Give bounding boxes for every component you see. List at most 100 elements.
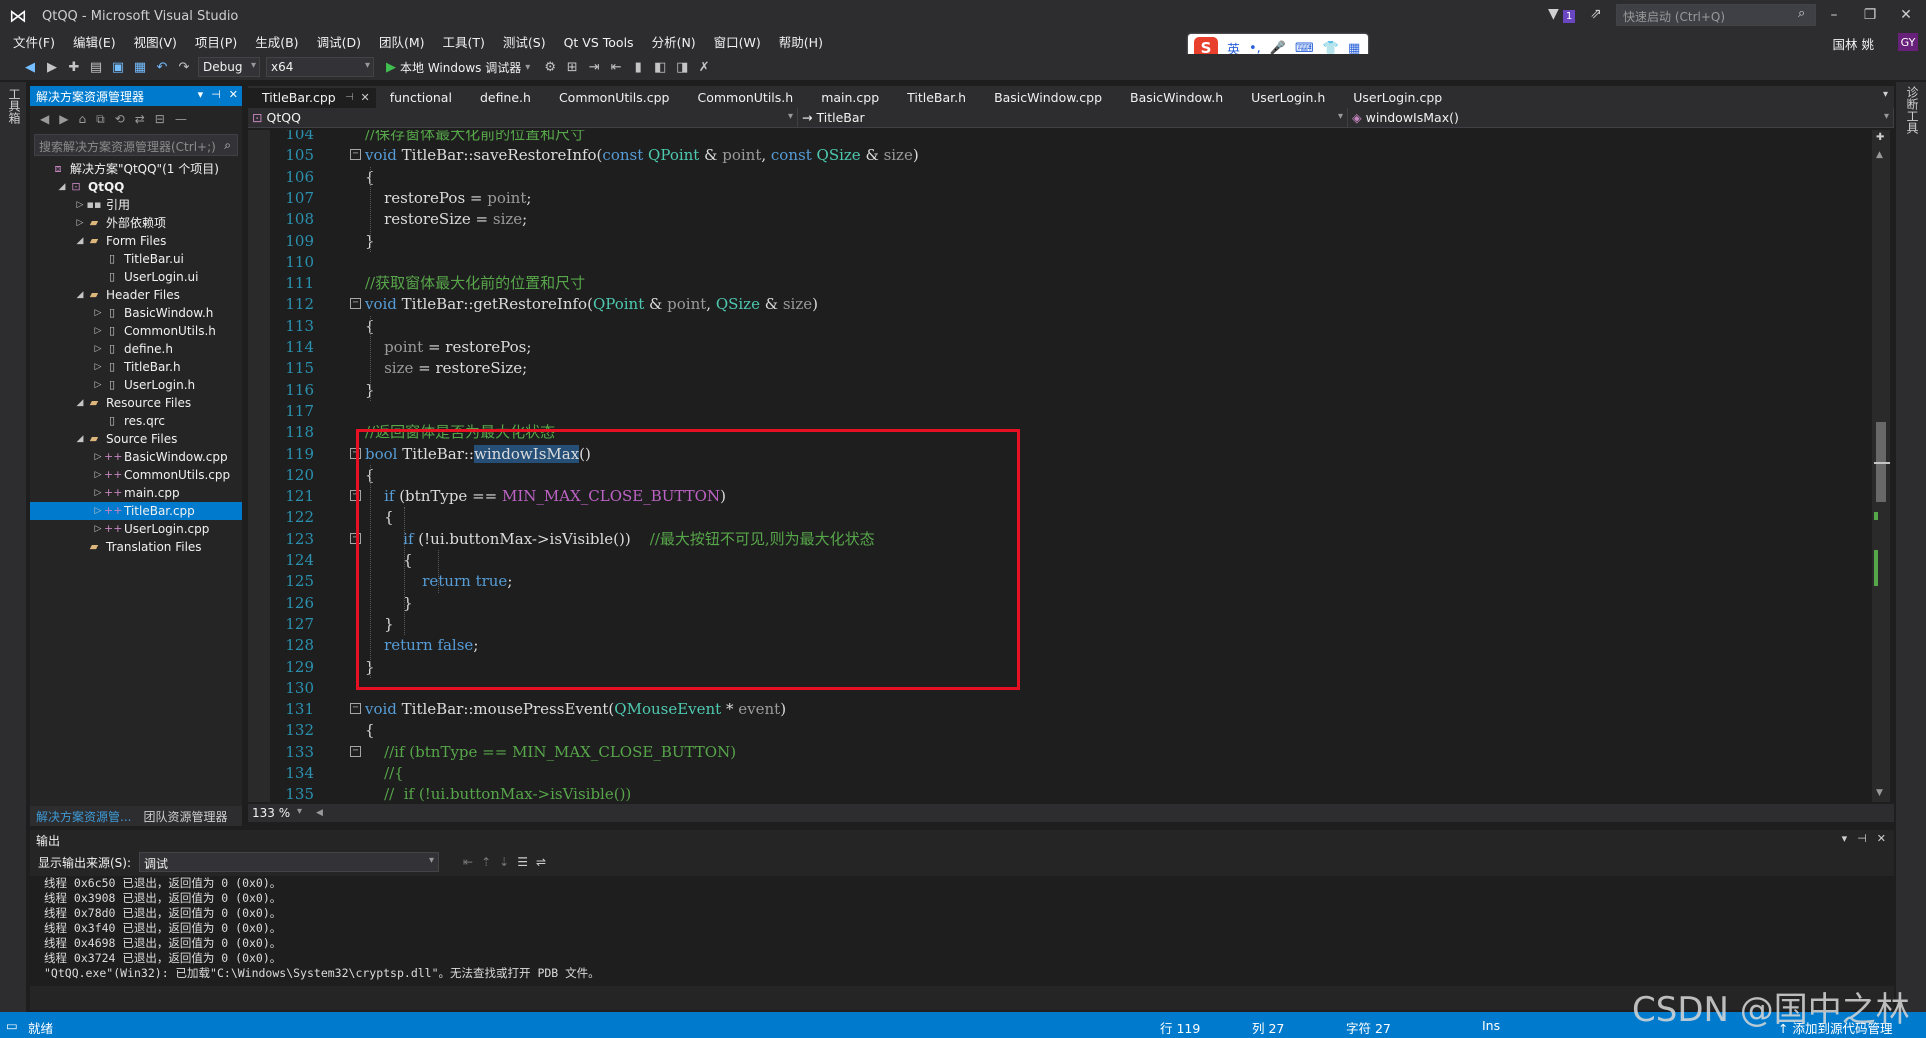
clear-bookmarks-icon[interactable]: ✗ [696,60,712,75]
scroll-up-icon[interactable]: ▲ [1876,150,1883,160]
expand-arrow-icon[interactable]: ▷ [92,502,104,520]
restore-button[interactable]: ❐ [1852,0,1888,30]
code-line[interactable]: 115 size = restoreSize; [248,358,1848,379]
avatar[interactable]: GY [1898,33,1918,51]
code-line[interactable]: 111 //获取窗体最大化前的位置和尺寸 [248,273,1848,294]
start-debugging-button[interactable]: ▶ 本地 Windows 调试器 ▾ [380,59,536,76]
output-header[interactable]: 输出 ▾ ⊣ ✕ [30,830,1894,850]
pin-icon[interactable]: ⊣ [211,88,221,101]
code-line[interactable]: 134 //{ [248,763,1848,784]
doc-tab[interactable]: UserLogin.h [1237,88,1339,108]
close-window-button[interactable]: ✕ [1888,0,1924,30]
menu-item[interactable]: 帮助(H) [770,32,832,54]
doc-tab[interactable]: define.h [466,88,545,108]
output-text[interactable]: 线程 0x6c50 已退出，返回值为 0 (0x0)。 线程 0x3908 已退出… [30,876,1894,986]
close-icon[interactable]: ✕ [1877,832,1886,845]
pin-icon[interactable]: ⊣ [1857,832,1867,845]
menu-item[interactable]: 生成(B) [246,32,307,54]
prev-message-icon[interactable]: ⇡ [481,855,491,869]
fold-toggle-icon[interactable]: − [350,703,361,715]
menu-item[interactable]: 团队(M) [370,32,434,54]
tree-item[interactable]: ▷ ++ UserLogin.cpp [30,520,242,538]
toolbox-tab[interactable]: 工具箱 [6,88,23,124]
tree-item[interactable]: ▷ ▯ CommonUtils.h [30,322,242,340]
notification-count[interactable]: 1 [1563,10,1576,23]
menu-item[interactable]: 项目(P) [186,32,246,54]
code-line[interactable]: 107 restorePos = point; [248,188,1848,209]
navigate-forward-icon[interactable]: ▶ [44,60,60,75]
chevron-down-icon[interactable]: ▾ [198,88,204,101]
tree-item[interactable]: ▯ UserLogin.ui [30,268,242,286]
home-icon[interactable]: ⌂ [78,112,86,126]
configuration-select[interactable]: Debug [198,57,260,77]
code-line[interactable]: 132 { [248,720,1848,741]
tree-item[interactable]: ▷ ▰ 外部依赖项 [30,214,242,232]
notification-flag-icon[interactable]: ▼ [1548,6,1559,22]
tree-item[interactable]: ▷ ▯ BasicWindow.h [30,304,242,322]
doc-tab[interactable]: BasicWindow.cpp [980,88,1116,108]
sync-icon[interactable]: ⇄ [135,112,145,126]
tree-item[interactable]: ▰ Translation Files [30,538,242,556]
code-line[interactable]: 108 restoreSize = size; [248,209,1848,230]
menu-item[interactable]: 窗口(W) [705,32,770,54]
close-icon[interactable]: ✕ [361,88,370,108]
scroll-down-icon[interactable]: ▼ [1876,788,1883,798]
doc-tab[interactable]: TitleBar.cpp ⊣ ✕ [248,88,376,108]
tree-item[interactable]: ▷ ▪▪ 引用 [30,196,242,214]
platform-select[interactable]: x64 [266,57,374,77]
code-line[interactable]: 106{ [248,167,1848,188]
code-line[interactable]: 135 // if (!ui.buttonMax->isVisible()) [248,784,1848,802]
switch-views-icon[interactable]: ⧉ [96,112,105,127]
open-file-icon[interactable]: ▤ [88,60,104,75]
doc-tab[interactable]: functional [376,88,466,108]
fold-toggle-icon[interactable]: − [350,298,361,310]
pin-icon[interactable]: ⊣ [345,88,354,108]
menu-item[interactable]: 文件(F) [4,32,64,54]
tree-item[interactable]: ▯ res.qrc [30,412,242,430]
code-line[interactable]: 133 − //if (btnType == MIN_MAX_CLOSE_BUTT… [248,742,1848,763]
hierarchy-icon[interactable]: ⊞ [564,60,580,75]
project-select[interactable]: ⊡ QtQQ [248,108,798,128]
code-line[interactable]: 105− void TitleBar::saveRestoreInfo(const… [248,145,1848,166]
tab-solution-explorer[interactable]: 解决方案资源管... [30,806,137,826]
expand-arrow-icon[interactable]: ▷ [92,520,104,538]
prev-bookmark-icon[interactable]: ◧ [652,60,668,75]
code-line[interactable]: 110 [248,252,1848,273]
chevron-down-icon[interactable]: ▾ [1842,832,1848,845]
expand-arrow-icon[interactable]: ◢ [74,394,86,412]
expand-arrow-icon[interactable]: ▷ [92,376,104,394]
expand-arrow-icon[interactable]: ◢ [74,232,86,250]
undo-icon[interactable]: ↶ [154,60,170,75]
expand-arrow-icon[interactable]: ▷ [92,358,104,376]
tree-item[interactable]: ▷ ++ TitleBar.cpp [30,502,242,520]
menu-item[interactable]: 工具(T) [434,32,494,54]
output-source-select[interactable]: 调试 [139,852,440,872]
search-icon[interactable]: ⌕ [1798,6,1805,21]
close-icon[interactable]: ✕ [229,88,238,101]
menu-item[interactable]: 分析(N) [643,32,705,54]
tree-item[interactable]: ▷ ▯ define.h [30,340,242,358]
expand-arrow-icon[interactable]: ▷ [74,196,86,214]
menu-item[interactable]: 视图(V) [125,32,186,54]
solution-explorer-header[interactable]: 解决方案资源管理器 ▾ ⊣ ✕ [30,86,242,106]
properties-icon[interactable]: — [175,112,187,126]
expand-arrow-icon[interactable]: ▷ [92,466,104,484]
expand-arrow-icon[interactable]: ▷ [92,448,104,466]
tree-item[interactable]: ⧈ 解决方案"QtQQ"(1 个项目) [30,160,242,178]
doc-tab[interactable]: CommonUtils.h [683,88,807,108]
save-all-icon[interactable]: ▦ [132,60,148,75]
code-line[interactable]: 116} [248,380,1848,401]
back-icon[interactable]: ◀ [40,112,49,126]
class-select[interactable]: → TitleBar [798,108,1348,128]
attach-icon[interactable]: ⚙ [542,60,558,75]
expand-arrow-icon[interactable]: ▷ [74,214,86,232]
doc-tab[interactable]: TitleBar.h [893,88,980,108]
new-project-icon[interactable]: ✚ [66,60,82,75]
fold-toggle-icon[interactable]: − [350,745,361,757]
bookmark-icon[interactable]: ▮ [630,60,646,75]
doc-tab[interactable]: BasicWindow.h [1116,88,1237,108]
expand-arrow-icon[interactable]: ◢ [74,430,86,448]
tree-item[interactable]: ◢ ▰ Source Files [30,430,242,448]
indent-icon[interactable]: ⇥ [586,60,602,75]
expand-arrow-icon[interactable]: ▷ [92,340,104,358]
